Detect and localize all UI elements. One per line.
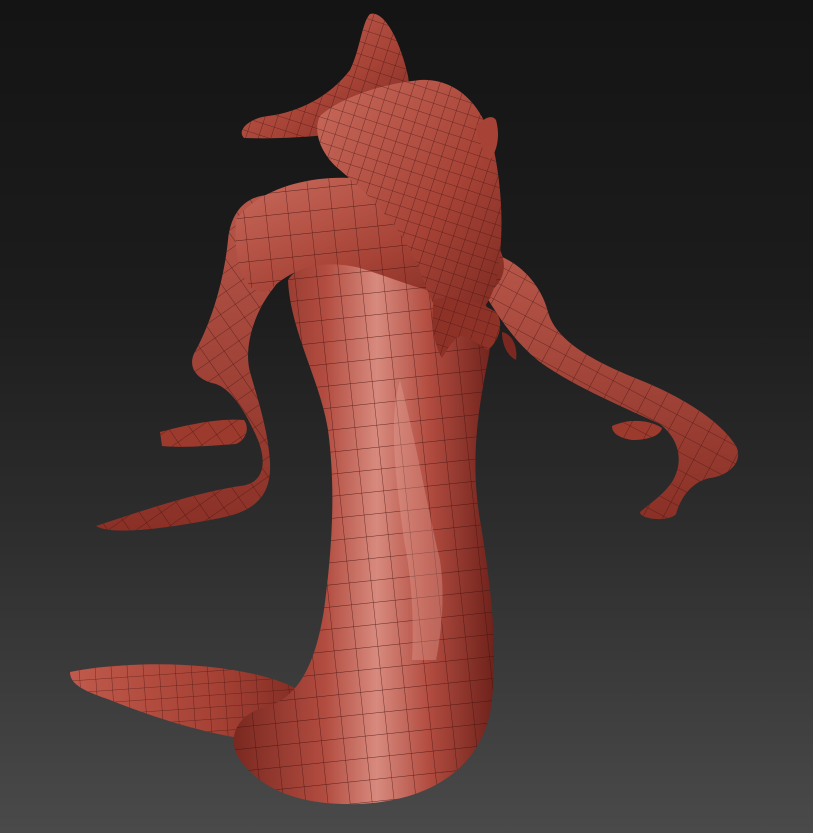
3d-viewport[interactable] bbox=[0, 0, 813, 833]
creature-right-arm bbox=[470, 250, 739, 520]
creature-mesh[interactable] bbox=[0, 0, 813, 833]
